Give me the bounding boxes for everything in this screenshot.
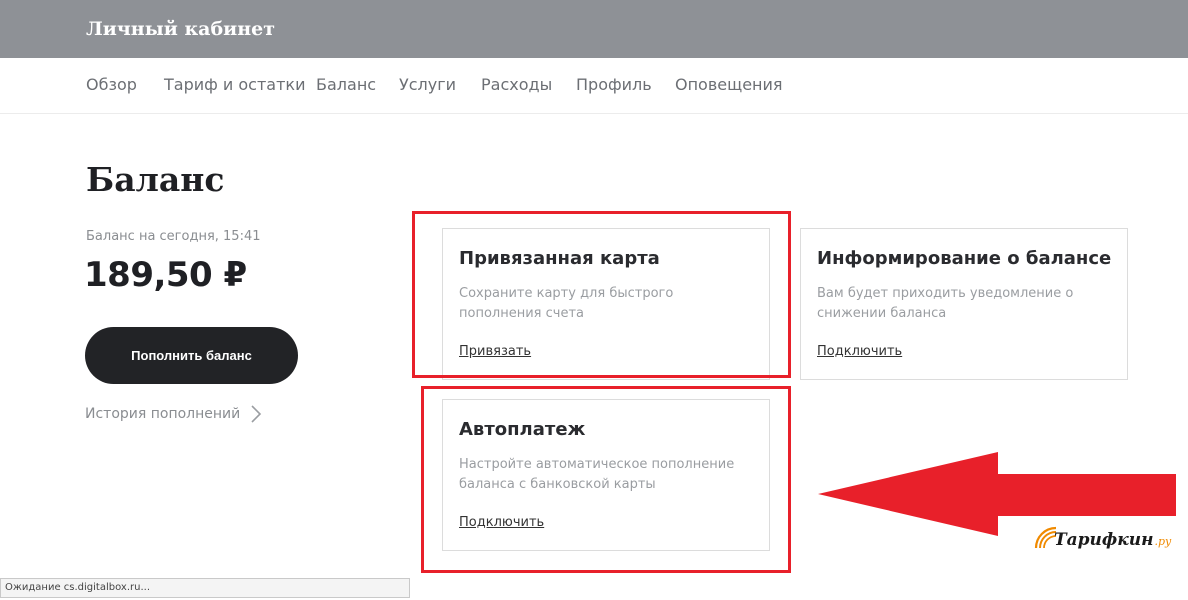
top-bar: Личный кабинет (0, 0, 1188, 58)
nav-item-notifications[interactable]: Оповещения (675, 75, 783, 94)
nav-item-services[interactable]: Услуги (399, 75, 456, 94)
main-nav: Обзор Тариф и остатки Баланс Услуги Расх… (0, 58, 1188, 114)
page-title: Баланс (86, 160, 225, 199)
chevron-right-icon (251, 405, 262, 423)
card-description: Вам будет приходить уведомление о снижен… (817, 286, 1074, 321)
highlight-box (412, 211, 791, 378)
watermark-suffix: .ру (1154, 535, 1172, 548)
watermark-text: Тарифкин (1054, 530, 1154, 550)
balance-date: Баланс на сегодня, 15:41 (86, 229, 261, 244)
nav-item-tariff[interactable]: Тариф и остатки (164, 75, 305, 94)
nav-item-expenses[interactable]: Расходы (481, 75, 552, 94)
site-watermark: Тарифкин .ру (1030, 522, 1171, 550)
topup-history-label: История пополнений (85, 406, 241, 422)
nav-item-profile[interactable]: Профиль (576, 75, 652, 94)
card-title: Информирование о балансе (817, 248, 1112, 269)
app-title: Личный кабинет (86, 18, 276, 40)
card-balance-notification: Информирование о балансе Вам будет прихо… (800, 228, 1128, 380)
browser-status-bar: Ожидание cs.digitalbox.ru... (0, 578, 410, 598)
highlight-box (421, 386, 791, 573)
topup-history-link[interactable]: История пополнений (85, 404, 262, 424)
enable-notification-button[interactable]: Подключить (817, 344, 902, 359)
balance-amount: 189,50 ₽ (84, 255, 247, 295)
nav-item-balance[interactable]: Баланс (316, 75, 376, 94)
topup-button[interactable]: Пополнить баланс (85, 327, 298, 384)
nav-item-overview[interactable]: Обзор (86, 75, 137, 94)
